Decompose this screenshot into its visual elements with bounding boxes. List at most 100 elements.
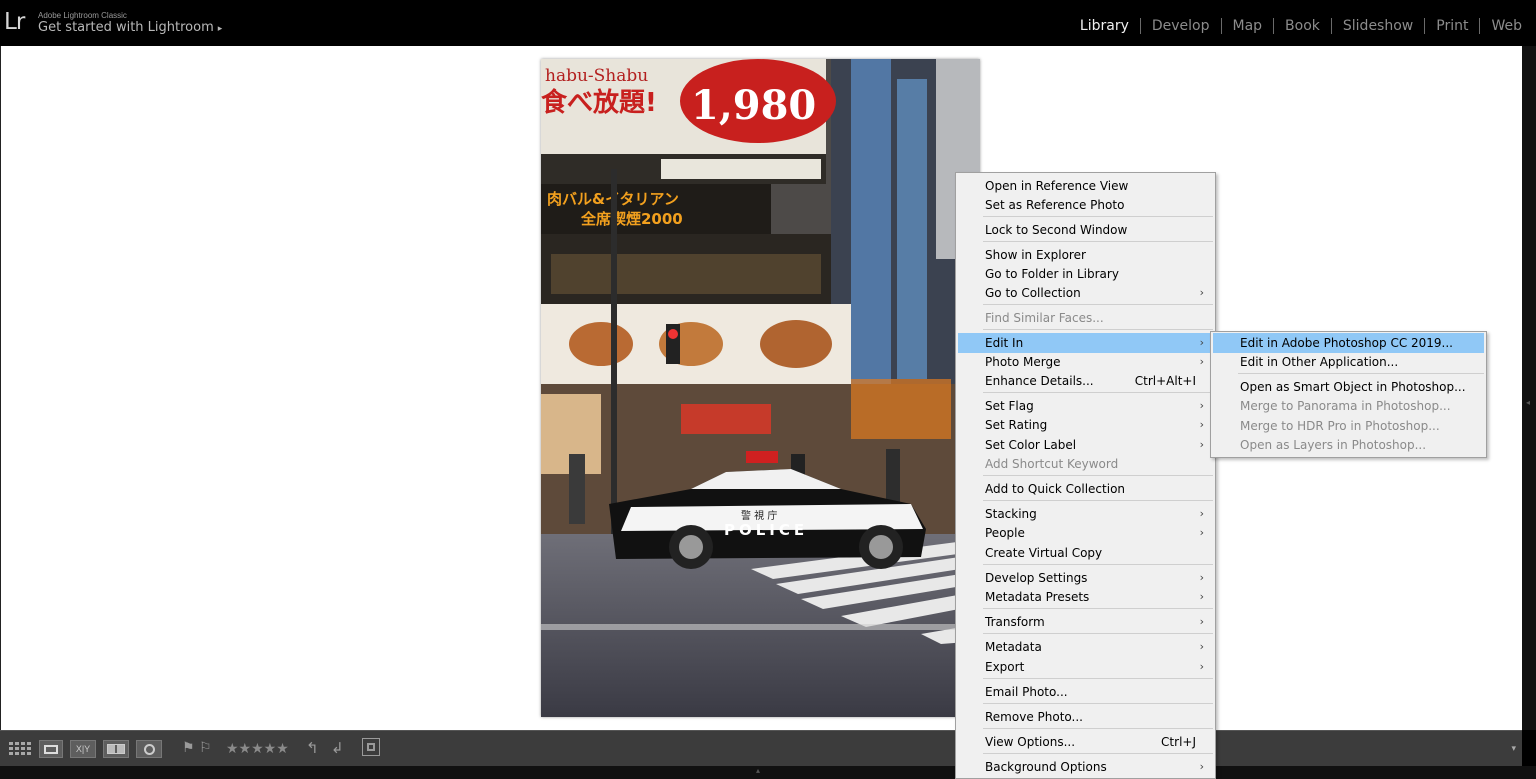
menu-label: Metadata Presets bbox=[985, 590, 1090, 604]
menu-separator bbox=[983, 728, 1213, 729]
menu-separator bbox=[983, 329, 1213, 330]
people-view-button[interactable] bbox=[136, 740, 162, 758]
module-web[interactable]: Web bbox=[1480, 18, 1522, 34]
get-started-link[interactable]: Get started with Lightroom ▸ bbox=[38, 20, 222, 35]
menu-metadata-presets[interactable]: Metadata Presets › bbox=[958, 587, 1213, 607]
loupe-icon bbox=[44, 744, 58, 754]
menu-label: Edit In bbox=[985, 336, 1024, 350]
menu-export[interactable]: Export › bbox=[958, 657, 1213, 677]
loupe-photo[interactable]: habu-Shabu 食べ放題! 1,980 肉バル&イタリアン 全席喫煙200… bbox=[541, 59, 980, 717]
menu-go-to-folder-in-library[interactable]: Go to Folder in Library bbox=[958, 264, 1213, 284]
grid-view-button[interactable] bbox=[8, 740, 32, 758]
crop-overlay-icon[interactable] bbox=[362, 738, 380, 756]
menu-separator bbox=[983, 216, 1213, 217]
menu-photo-merge[interactable]: Photo Merge › bbox=[958, 352, 1213, 372]
submenu-arrow-icon: › bbox=[1199, 571, 1204, 584]
menu-enhance-details[interactable]: Enhance Details... Ctrl+Alt+I bbox=[958, 371, 1213, 391]
menu-separator bbox=[983, 633, 1213, 634]
submenu-merge-to-panorama: Merge to Panorama in Photoshop... bbox=[1213, 396, 1484, 416]
rotate-left-icon[interactable]: ↰ bbox=[306, 739, 319, 757]
menu-separator bbox=[983, 304, 1213, 305]
flag-pick-icon[interactable]: ⚑ bbox=[182, 739, 195, 756]
menu-separator bbox=[983, 678, 1213, 679]
menu-label: Open as Smart Object in Photoshop... bbox=[1240, 380, 1466, 394]
menu-label: Transform bbox=[985, 615, 1045, 629]
module-library[interactable]: Library bbox=[1069, 18, 1140, 34]
submenu-arrow-icon: › bbox=[1199, 399, 1204, 412]
menu-remove-photo[interactable]: Remove Photo... bbox=[958, 707, 1213, 727]
submenu-arrow-icon: › bbox=[1199, 336, 1204, 349]
toolbar-content-dropdown[interactable]: ▾ bbox=[1511, 743, 1516, 754]
menu-find-similar-faces: Find Similar Faces... bbox=[958, 308, 1213, 328]
filmstrip-expand-icon[interactable]: ▴ bbox=[756, 766, 760, 775]
menu-label: Enhance Details... bbox=[985, 374, 1094, 388]
svg-text:全席喫煙2000: 全席喫煙2000 bbox=[580, 210, 683, 228]
loupe-view-button[interactable] bbox=[39, 740, 63, 758]
menu-edit-in[interactable]: Edit In › bbox=[958, 333, 1213, 353]
flag-reject-icon[interactable]: ⚐ bbox=[199, 739, 212, 756]
submenu-arrow-icon: › bbox=[1199, 286, 1204, 299]
menu-set-flag[interactable]: Set Flag › bbox=[958, 396, 1213, 416]
menu-label: Set Rating bbox=[985, 418, 1048, 432]
rating-stars[interactable]: ★★★★★ bbox=[226, 740, 289, 757]
menu-add-to-quick-collection[interactable]: Add to Quick Collection bbox=[958, 479, 1213, 499]
compare-view-button[interactable]: X|Y bbox=[70, 740, 96, 758]
compare-icon: X|Y bbox=[75, 744, 91, 754]
menu-label: Go to Folder in Library bbox=[985, 267, 1119, 281]
filmstrip-collapsed[interactable]: ▴ bbox=[0, 766, 1536, 779]
survey-icon bbox=[107, 744, 125, 754]
module-slideshow[interactable]: Slideshow bbox=[1332, 18, 1424, 34]
menu-label: Merge to Panorama in Photoshop... bbox=[1240, 399, 1451, 413]
menu-create-virtual-copy[interactable]: Create Virtual Copy bbox=[958, 543, 1213, 563]
menu-set-color-label[interactable]: Set Color Label › bbox=[958, 435, 1213, 455]
rotate-right-icon[interactable]: ↲ bbox=[331, 739, 344, 757]
menu-separator bbox=[983, 500, 1213, 501]
module-print[interactable]: Print bbox=[1425, 18, 1479, 34]
menu-label: Open as Layers in Photoshop... bbox=[1240, 438, 1427, 452]
survey-view-button[interactable] bbox=[103, 740, 129, 758]
menu-open-in-reference-view[interactable]: Open in Reference View bbox=[958, 176, 1213, 196]
get-started-label: Get started with Lightroom bbox=[38, 20, 214, 35]
edit-in-submenu: Edit in Adobe Photoshop CC 2019... Edit … bbox=[1210, 331, 1487, 458]
menu-shortcut: Ctrl+J bbox=[1161, 735, 1196, 749]
menu-people[interactable]: People › bbox=[958, 523, 1213, 543]
module-map[interactable]: Map bbox=[1222, 18, 1274, 34]
module-develop[interactable]: Develop bbox=[1141, 18, 1221, 34]
menu-label: Go to Collection bbox=[985, 286, 1081, 300]
menu-shortcut: Ctrl+Alt+I bbox=[1134, 374, 1196, 388]
menu-background-options[interactable]: Background Options › bbox=[958, 757, 1213, 777]
menu-label: Export bbox=[985, 660, 1025, 674]
menu-add-shortcut-keyword: Add Shortcut Keyword bbox=[958, 454, 1213, 474]
lightroom-window: Lr Adobe Lightroom Classic Get started w… bbox=[0, 0, 1536, 779]
menu-separator bbox=[983, 392, 1213, 393]
menu-set-rating[interactable]: Set Rating › bbox=[958, 415, 1213, 435]
menu-go-to-collection[interactable]: Go to Collection › bbox=[958, 283, 1213, 303]
submenu-open-as-smart-object[interactable]: Open as Smart Object in Photoshop... bbox=[1213, 377, 1484, 397]
menu-stacking[interactable]: Stacking › bbox=[958, 504, 1213, 524]
menu-show-in-explorer[interactable]: Show in Explorer bbox=[958, 245, 1213, 265]
grid-icon bbox=[9, 742, 31, 755]
submenu-arrow-icon: › bbox=[1199, 418, 1204, 431]
street-photo-image: habu-Shabu 食べ放題! 1,980 肉バル&イタリアン 全席喫煙200… bbox=[541, 59, 980, 717]
menu-develop-settings[interactable]: Develop Settings › bbox=[958, 568, 1213, 588]
menu-view-options[interactable]: View Options... Ctrl+J bbox=[958, 732, 1213, 752]
menu-set-as-reference-photo[interactable]: Set as Reference Photo bbox=[958, 195, 1213, 215]
menu-lock-to-second-window[interactable]: Lock to Second Window bbox=[958, 220, 1213, 240]
menu-metadata[interactable]: Metadata › bbox=[958, 637, 1213, 657]
menu-separator bbox=[983, 753, 1213, 754]
right-panel-collapsed[interactable] bbox=[1522, 46, 1536, 730]
submenu-arrow-icon: › bbox=[1199, 355, 1204, 368]
menu-separator bbox=[983, 241, 1213, 242]
menu-label: Open in Reference View bbox=[985, 179, 1129, 193]
module-picker: Library Develop Map Book Slideshow Print… bbox=[1069, 18, 1522, 34]
expand-right-panel-icon[interactable]: ◂ bbox=[1526, 398, 1530, 407]
menu-label: Lock to Second Window bbox=[985, 223, 1128, 237]
menu-transform[interactable]: Transform › bbox=[958, 612, 1213, 632]
submenu-edit-in-photoshop[interactable]: Edit in Adobe Photoshop CC 2019... bbox=[1213, 333, 1484, 353]
menu-email-photo[interactable]: Email Photo... bbox=[958, 682, 1213, 702]
menu-separator bbox=[983, 608, 1213, 609]
submenu-edit-in-other-application[interactable]: Edit in Other Application... bbox=[1213, 352, 1484, 372]
menu-label: Find Similar Faces... bbox=[985, 311, 1104, 325]
module-book[interactable]: Book bbox=[1274, 18, 1331, 34]
play-arrow-icon: ▸ bbox=[217, 24, 223, 34]
